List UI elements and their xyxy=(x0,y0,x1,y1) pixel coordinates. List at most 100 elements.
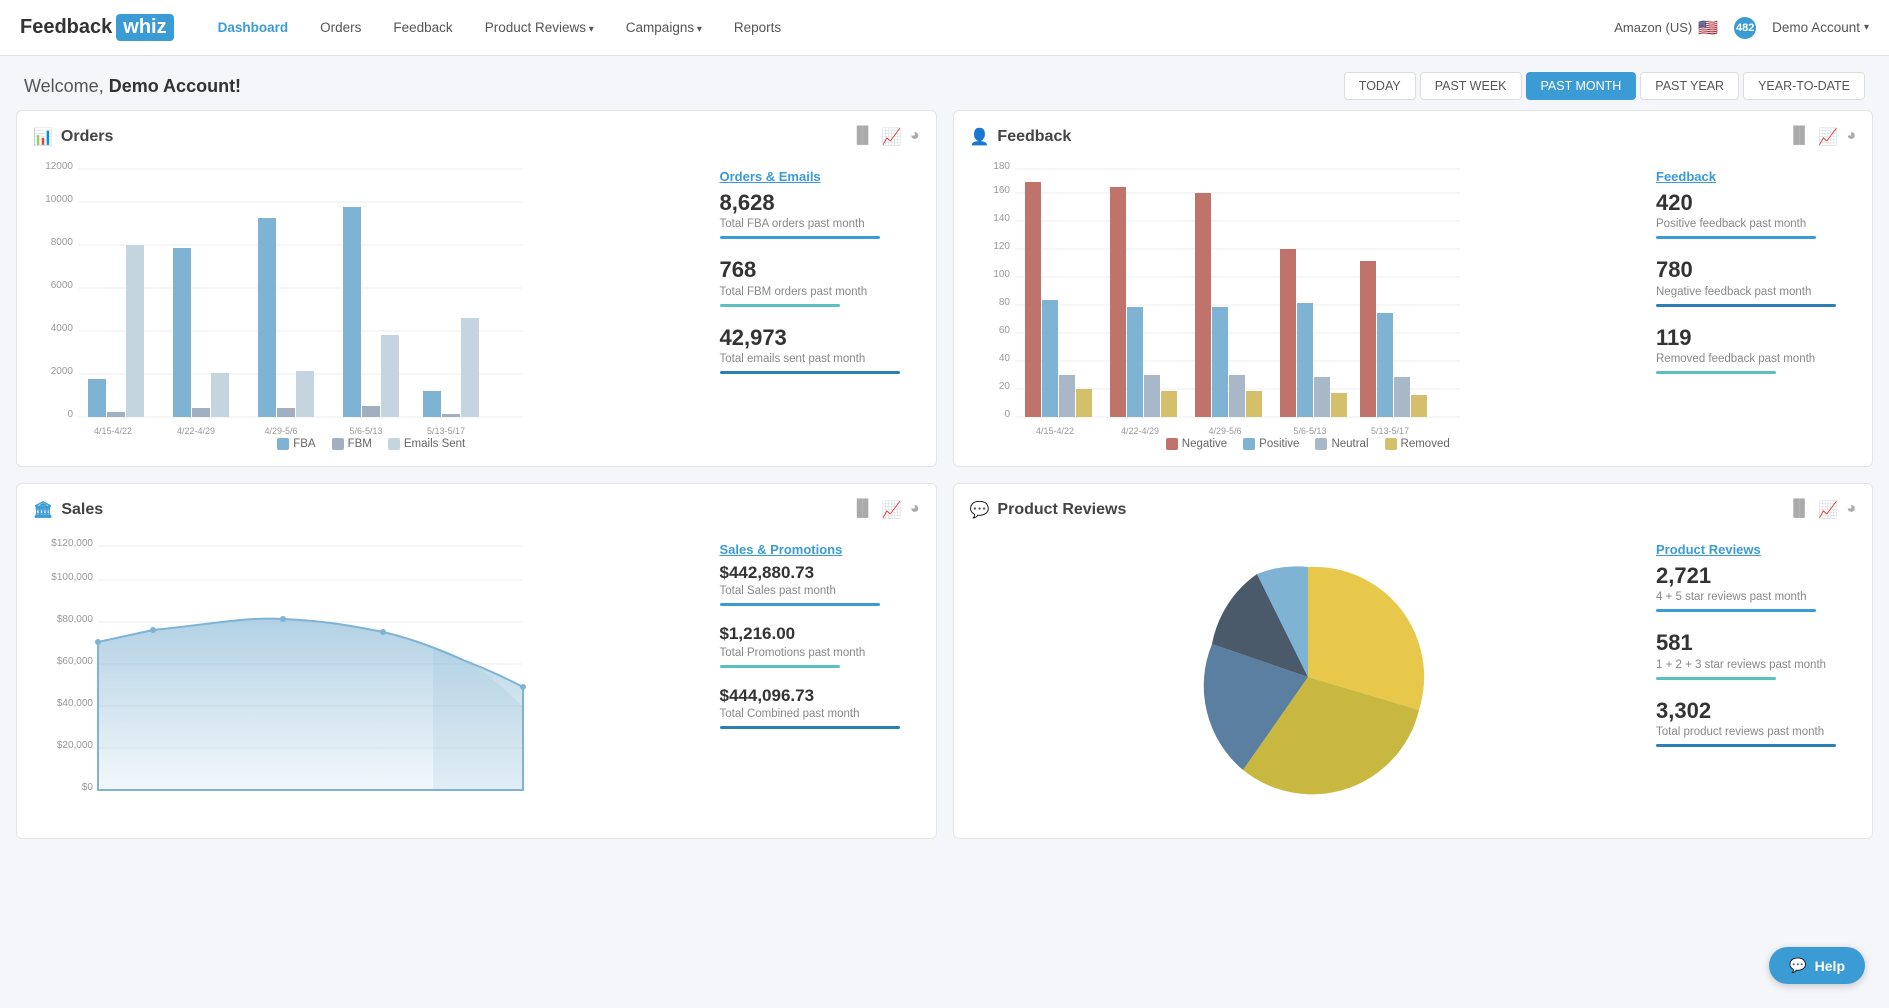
legend-removed-label: Removed xyxy=(1401,438,1450,450)
amazon-label: Amazon (US) xyxy=(1614,20,1692,35)
bar-chart-icon[interactable]: ▐▌ xyxy=(851,127,874,147)
svg-text:140: 140 xyxy=(993,213,1010,224)
filter-past-week[interactable]: PAST WEEK xyxy=(1420,72,1522,100)
feedback-legend: Negative Positive Neutral Removed xyxy=(970,438,1647,450)
orders-emails-value: 42,973 xyxy=(720,325,920,351)
main-nav: Dashboard Orders Feedback Product Review… xyxy=(204,12,1615,43)
filter-past-month[interactable]: PAST MONTH xyxy=(1526,72,1637,100)
sales-icon: 🏛 xyxy=(33,500,53,520)
welcome-name: Demo Account! xyxy=(109,76,241,96)
reviews-total-value: 3,302 xyxy=(1656,698,1856,724)
reviews-card: 💬 Product Reviews ▐▌ 📈 ◕ xyxy=(953,483,1874,839)
filter-past-year[interactable]: PAST YEAR xyxy=(1640,72,1739,100)
welcome-message: Welcome, Demo Account! xyxy=(24,76,241,97)
sales-card-title: 🏛 Sales xyxy=(33,500,103,520)
sales-combined-label: Total Combined past month xyxy=(720,708,920,720)
reviews-1-3-value: 581 xyxy=(1656,630,1856,656)
feedback-bar-chart-icon[interactable]: ▐▌ xyxy=(1788,127,1811,147)
demo-account-menu[interactable]: Demo Account xyxy=(1772,20,1869,35)
feedback-removed-label: Removed feedback past month xyxy=(1656,353,1856,365)
reviews-bar-chart-icon[interactable]: ▐▌ xyxy=(1788,500,1811,520)
date-filters: TODAY PAST WEEK PAST MONTH PAST YEAR YEA… xyxy=(1344,72,1865,100)
nav-product-reviews[interactable]: Product Reviews xyxy=(471,12,608,43)
sales-combined-bar xyxy=(720,726,900,729)
positive-color xyxy=(1243,438,1255,450)
feedback-negative-bar xyxy=(1656,304,1836,307)
line-chart-icon[interactable]: 📈 xyxy=(882,127,902,147)
feedback-pie-chart-icon[interactable]: ◕ xyxy=(1846,127,1856,147)
sales-total-value: $442,880.73 xyxy=(720,563,920,583)
reviews-section-group: Product Reviews 2,721 4 + 5 star reviews… xyxy=(1656,542,1856,612)
legend-emails: Emails Sent xyxy=(388,438,465,450)
svg-text:6000: 6000 xyxy=(51,280,74,291)
nav-feedback[interactable]: Feedback xyxy=(379,12,466,43)
reviews-total-group: 3,302 Total product reviews past month xyxy=(1656,698,1856,747)
sales-bar-chart-icon[interactable]: ▐▌ xyxy=(851,500,874,520)
nav-dashboard[interactable]: Dashboard xyxy=(204,12,303,43)
orders-icon: 📊 xyxy=(33,127,53,147)
feedback-chart-area: 0 20 40 60 80 100 120 140 160 180 xyxy=(970,159,1647,450)
reviews-chart-area xyxy=(970,532,1647,822)
help-button[interactable]: Help xyxy=(1769,947,1865,984)
reviews-stats-panel: Product Reviews 2,721 4 + 5 star reviews… xyxy=(1656,532,1856,822)
feedback-card-actions: ▐▌ 📈 ◕ xyxy=(1788,127,1856,147)
reviews-pie-chart-icon[interactable]: ◕ xyxy=(1846,500,1856,520)
feedback-positive-value: 420 xyxy=(1656,190,1856,216)
filter-year-to-date[interactable]: YEAR-TO-DATE xyxy=(1743,72,1865,100)
nav-orders[interactable]: Orders xyxy=(306,12,375,43)
orders-fba-label: Total FBA orders past month xyxy=(720,218,920,230)
orders-emails-label: Total emails sent past month xyxy=(720,353,920,365)
reviews-line-chart-icon[interactable]: 📈 xyxy=(1818,500,1838,520)
svg-text:$80,000: $80,000 xyxy=(57,614,94,625)
legend-neutral-label: Neutral xyxy=(1331,438,1368,450)
legend-fba: FBA xyxy=(277,438,315,450)
header-right: Amazon (US) 🇺🇸 482 Demo Account xyxy=(1614,17,1869,39)
feedback-negative-label: Negative feedback past month xyxy=(1656,286,1856,298)
orders-fbm-bar xyxy=(720,304,840,307)
svg-text:5/6-5/13: 5/6-5/13 xyxy=(349,426,382,436)
pie-chart-icon[interactable]: ◕ xyxy=(910,127,920,147)
notification-badge[interactable]: 482 xyxy=(1734,17,1756,39)
feedback-removed-group: 119 Removed feedback past month xyxy=(1656,325,1856,374)
sales-line-chart-icon[interactable]: 📈 xyxy=(882,500,902,520)
sales-area-chart: $0 $20,000 $40,000 $60,000 $80,000 $100,… xyxy=(33,532,533,802)
feedback-card-title: 👤 Feedback xyxy=(970,127,1072,147)
svg-text:100: 100 xyxy=(993,269,1010,280)
svg-text:40: 40 xyxy=(998,353,1010,364)
legend-fbm-label: FBM xyxy=(348,438,372,450)
feedback-line-chart-icon[interactable]: 📈 xyxy=(1818,127,1838,147)
reviews-card-title: 💬 Product Reviews xyxy=(970,500,1127,520)
orders-fba-bar xyxy=(720,236,880,239)
filter-today[interactable]: TODAY xyxy=(1344,72,1416,100)
svg-text:0: 0 xyxy=(1004,409,1010,420)
reviews-1-3-group: 581 1 + 2 + 3 star reviews past month xyxy=(1656,630,1856,679)
svg-text:$60,000: $60,000 xyxy=(57,656,94,667)
feedback-bar-chart: 0 20 40 60 80 100 120 140 160 180 xyxy=(970,159,1470,429)
svg-text:4/29-5/6: 4/29-5/6 xyxy=(264,426,297,436)
sales-pie-chart-icon[interactable]: ◕ xyxy=(910,500,920,520)
svg-text:80: 80 xyxy=(998,297,1010,308)
feedback-negative-group: 780 Negative feedback past month xyxy=(1656,257,1856,306)
orders-stats-panel: Orders & Emails 8,628 Total FBA orders p… xyxy=(720,159,920,450)
sales-chart-container: $0 $20,000 $40,000 $60,000 $80,000 $100,… xyxy=(33,532,920,805)
reviews-pie-chart xyxy=(1168,542,1448,812)
orders-legend: FBA FBM Emails Sent xyxy=(33,438,710,450)
nav-campaigns[interactable]: Campaigns xyxy=(612,12,716,43)
svg-text:$120,000: $120,000 xyxy=(51,538,93,549)
svg-text:160: 160 xyxy=(993,185,1010,196)
nav-reports[interactable]: Reports xyxy=(720,12,795,43)
sales-promo-value: $1,216.00 xyxy=(720,624,920,644)
svg-text:180: 180 xyxy=(993,161,1010,172)
svg-text:4000: 4000 xyxy=(51,323,74,334)
svg-text:4/15-4/22: 4/15-4/22 xyxy=(94,426,132,436)
orders-chart-container: 0 2000 4000 6000 8000 10000 12000 xyxy=(33,159,920,450)
reviews-card-actions: ▐▌ 📈 ◕ xyxy=(1788,500,1856,520)
orders-chart-area: 0 2000 4000 6000 8000 10000 12000 xyxy=(33,159,710,450)
orders-title-text: Orders xyxy=(61,128,113,146)
feedback-icon: 👤 xyxy=(970,127,990,147)
sales-combined-group: $444,096.73 Total Combined past month xyxy=(720,686,920,729)
svg-text:5/13-5/17: 5/13-5/17 xyxy=(1370,426,1408,436)
feedback-chart-container: 0 20 40 60 80 100 120 140 160 180 xyxy=(970,159,1857,450)
legend-negative: Negative xyxy=(1166,438,1227,450)
svg-text:4/22-4/29: 4/22-4/29 xyxy=(1120,426,1158,436)
